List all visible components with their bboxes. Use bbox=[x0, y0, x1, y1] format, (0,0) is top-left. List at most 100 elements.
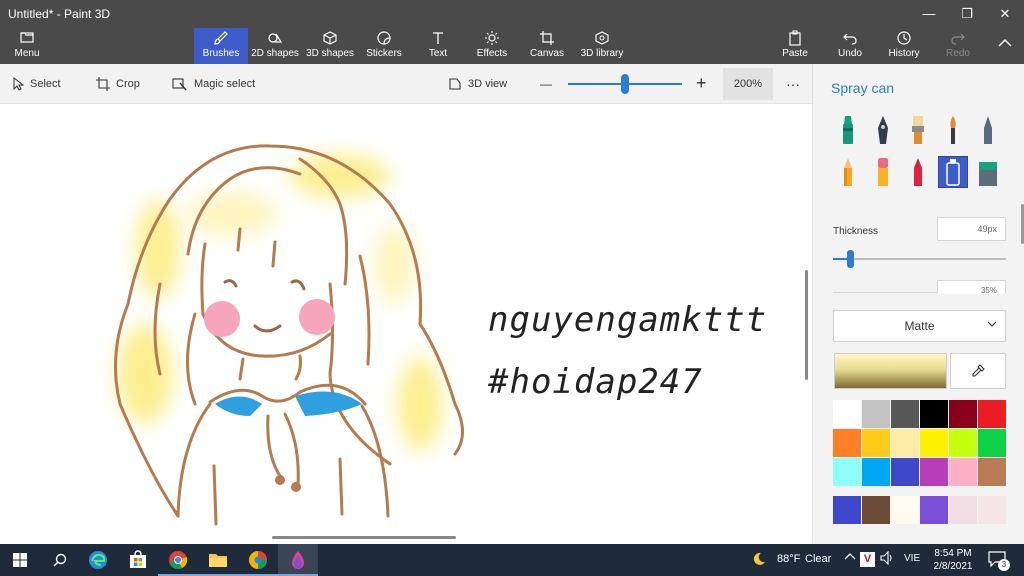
secondary-toolbar: Select Crop Magic select 3D view — + 200… bbox=[0, 64, 812, 104]
color-swatch[interactable] bbox=[862, 429, 890, 457]
tab-3d-shapes[interactable]: 3D shapes bbox=[304, 28, 356, 64]
color-swatch[interactable] bbox=[891, 429, 919, 457]
canvas-text-line-1[interactable]: nguyengamkttt bbox=[488, 300, 767, 340]
tab-2d-shapes[interactable]: 2D shapes bbox=[250, 28, 300, 64]
custom-color-swatch[interactable] bbox=[833, 496, 861, 524]
color-swatch[interactable] bbox=[978, 400, 1006, 428]
finish-dropdown[interactable]: Matte bbox=[833, 310, 1006, 342]
weather-desc[interactable]: Clear bbox=[805, 553, 831, 565]
undo-button[interactable]: Undo bbox=[834, 28, 866, 64]
magic-select-button[interactable]: Magic select bbox=[172, 74, 255, 94]
magic-select-label: Magic select bbox=[194, 78, 256, 90]
custom-color-swatch[interactable] bbox=[920, 496, 948, 524]
weather-temp[interactable]: 88°F bbox=[777, 553, 800, 565]
color-swatch[interactable] bbox=[833, 400, 861, 428]
spray-can-icon[interactable] bbox=[938, 156, 968, 188]
speaker-icon[interactable] bbox=[880, 550, 894, 568]
paint-3d-taskbar-icon[interactable] bbox=[278, 544, 318, 576]
redo-button[interactable]: Redo bbox=[942, 28, 974, 64]
custom-color-swatch[interactable] bbox=[978, 496, 1006, 524]
zoom-in-button[interactable]: + bbox=[696, 73, 707, 93]
3d-library-icon bbox=[578, 28, 626, 48]
custom-color-swatch[interactable] bbox=[949, 496, 977, 524]
paste-button[interactable]: Paste bbox=[778, 28, 812, 64]
zoom-out-button[interactable]: — bbox=[540, 74, 552, 94]
clock[interactable]: 8:54 PM 2/8/2021 bbox=[928, 547, 978, 573]
thickness-input[interactable]: 49px bbox=[937, 217, 1006, 241]
color-swatch[interactable] bbox=[862, 400, 890, 428]
tab-text[interactable]: Text bbox=[420, 28, 456, 64]
collapse-ribbon-button[interactable] bbox=[992, 28, 1018, 64]
thickness-slider-thumb[interactable] bbox=[847, 250, 855, 268]
color-swatch[interactable] bbox=[920, 429, 948, 457]
color-swatch[interactable] bbox=[978, 429, 1006, 457]
custom-color-swatch[interactable] bbox=[862, 496, 890, 524]
color-swatch[interactable] bbox=[978, 458, 1006, 486]
custom-color-swatch[interactable] bbox=[891, 496, 919, 524]
tab-effects[interactable]: Effects bbox=[472, 28, 512, 64]
tab-brushes[interactable]: Brushes bbox=[194, 28, 248, 64]
unikey-icon[interactable]: V bbox=[860, 552, 875, 567]
eraser-icon[interactable] bbox=[868, 156, 898, 188]
marker-brush-icon[interactable] bbox=[833, 114, 863, 146]
start-button[interactable] bbox=[0, 544, 40, 576]
crayon-icon[interactable] bbox=[903, 156, 933, 188]
eyedropper-button[interactable] bbox=[950, 353, 1006, 389]
notification-button[interactable]: 3 bbox=[988, 551, 1010, 571]
crop-button[interactable]: Crop bbox=[96, 74, 140, 94]
color-swatch[interactable] bbox=[949, 458, 977, 486]
maximize-button[interactable]: ❐ bbox=[948, 0, 986, 28]
tab-label: Text bbox=[428, 48, 448, 59]
paint-taskbar-icon[interactable] bbox=[238, 544, 278, 576]
drawing-canvas[interactable]: nguyengamkttt #hoidap247 bbox=[0, 104, 812, 544]
menu-button[interactable]: Menu bbox=[6, 28, 48, 64]
zoom-slider-thumb[interactable] bbox=[621, 74, 629, 94]
zoom-level[interactable]: 200% bbox=[723, 68, 773, 100]
file-explorer-taskbar-icon[interactable] bbox=[198, 544, 238, 576]
tab-stickers[interactable]: Stickers bbox=[362, 28, 406, 64]
pixel-pen-icon[interactable] bbox=[973, 114, 1003, 146]
select-button[interactable]: Select bbox=[12, 74, 61, 94]
color-swatch[interactable] bbox=[891, 400, 919, 428]
pencil-icon[interactable] bbox=[833, 156, 863, 188]
color-swatch[interactable] bbox=[920, 400, 948, 428]
opacity-input[interactable]: 35% bbox=[937, 280, 1006, 294]
canvas-horizontal-scrollbar[interactable] bbox=[272, 536, 456, 539]
edge-taskbar-icon[interactable] bbox=[78, 544, 118, 576]
chrome-taskbar-icon[interactable] bbox=[158, 544, 198, 576]
current-color-swatch[interactable] bbox=[834, 353, 947, 389]
color-swatch[interactable] bbox=[833, 429, 861, 457]
cursor-icon bbox=[13, 77, 25, 91]
language-indicator[interactable]: VIE bbox=[904, 553, 920, 564]
store-taskbar-icon[interactable] bbox=[118, 544, 158, 576]
window-title: Untitled* - Paint 3D bbox=[8, 7, 111, 21]
minimize-button[interactable]: — bbox=[910, 0, 948, 28]
close-button[interactable]: ✕ bbox=[986, 0, 1024, 28]
color-swatch[interactable] bbox=[920, 458, 948, 486]
canvas-vertical-scrollbar[interactable] bbox=[805, 270, 808, 380]
color-swatch[interactable] bbox=[833, 458, 861, 486]
history-button[interactable]: History bbox=[886, 28, 922, 64]
color-swatch[interactable] bbox=[949, 429, 977, 457]
chevron-up-icon bbox=[992, 28, 1018, 48]
oil-brush-icon[interactable] bbox=[903, 114, 933, 146]
color-swatch[interactable] bbox=[862, 458, 890, 486]
canvas-text-line-2[interactable]: #hoidap247 bbox=[488, 362, 703, 402]
thickness-slider-track[interactable] bbox=[833, 258, 1006, 260]
watercolor-brush-icon[interactable] bbox=[938, 114, 968, 146]
ribbon: Menu Brushes 2D shapes 3D shapes Sticker… bbox=[0, 28, 1024, 64]
3d-view-icon bbox=[449, 78, 461, 90]
3d-view-button[interactable]: 3D view bbox=[448, 74, 507, 94]
calligraphy-pen-icon[interactable] bbox=[868, 114, 898, 146]
canvas-icon bbox=[526, 28, 568, 48]
search-button[interactable] bbox=[40, 544, 80, 576]
color-swatch[interactable] bbox=[891, 458, 919, 486]
fill-bucket-icon[interactable] bbox=[973, 156, 1003, 188]
tab-canvas[interactable]: Canvas bbox=[526, 28, 568, 64]
color-swatch[interactable] bbox=[949, 400, 977, 428]
chevron-up-icon[interactable] bbox=[844, 551, 856, 566]
tab-3d-library[interactable]: 3D library bbox=[578, 28, 626, 64]
divider bbox=[833, 292, 937, 293]
more-options-button[interactable]: ··· bbox=[786, 74, 800, 94]
windows-logo-icon bbox=[13, 553, 27, 567]
